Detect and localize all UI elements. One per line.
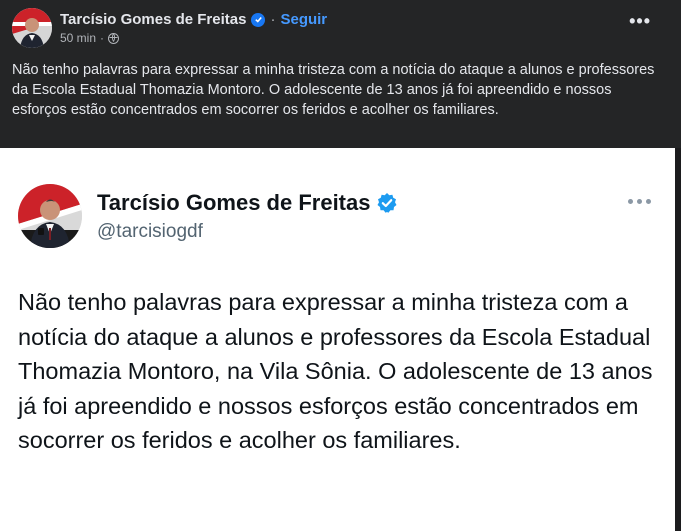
facebook-post-text: Não tenho palavras para expressar a minh… [12,62,655,118]
separator-dot: · [270,11,276,28]
facebook-post: Tarcísio Gomes de Freitas · Seguir 50 mi… [0,0,681,148]
post-timestamp[interactable]: 50 min [60,31,96,45]
tweet-author-avatar[interactable] [18,184,82,248]
more-options-icon[interactable] [628,199,651,204]
tweet-author-name[interactable]: Tarcísio Gomes de Freitas [97,190,370,216]
more-options-icon[interactable]: ••• [629,12,651,30]
facebook-author-name[interactable]: Tarcísio Gomes de Freitas [60,11,246,28]
tweet-author-handle[interactable]: @tarcisiogdf [97,221,203,243]
globe-icon [108,32,120,44]
tweet-card: Tarcísio Gomes de Freitas @tarcisiogdf N… [0,148,675,531]
facebook-author-row: Tarcísio Gomes de Freitas · Seguir [60,11,327,28]
facebook-author-avatar[interactable] [12,8,52,48]
tweet-text: Não tenho palavras para expressar a minh… [18,289,653,453]
verified-badge-icon [251,12,266,27]
meta-separator: · [100,31,105,45]
verified-badge-icon [377,193,397,213]
more-dot [628,199,633,204]
tweet-author-row: Tarcísio Gomes de Freitas [97,190,398,216]
post-meta: 50 min · [60,31,120,45]
follow-button[interactable]: Seguir [280,11,327,28]
more-dot [637,199,642,204]
more-dot [646,199,651,204]
screenshot-edge [675,148,681,531]
